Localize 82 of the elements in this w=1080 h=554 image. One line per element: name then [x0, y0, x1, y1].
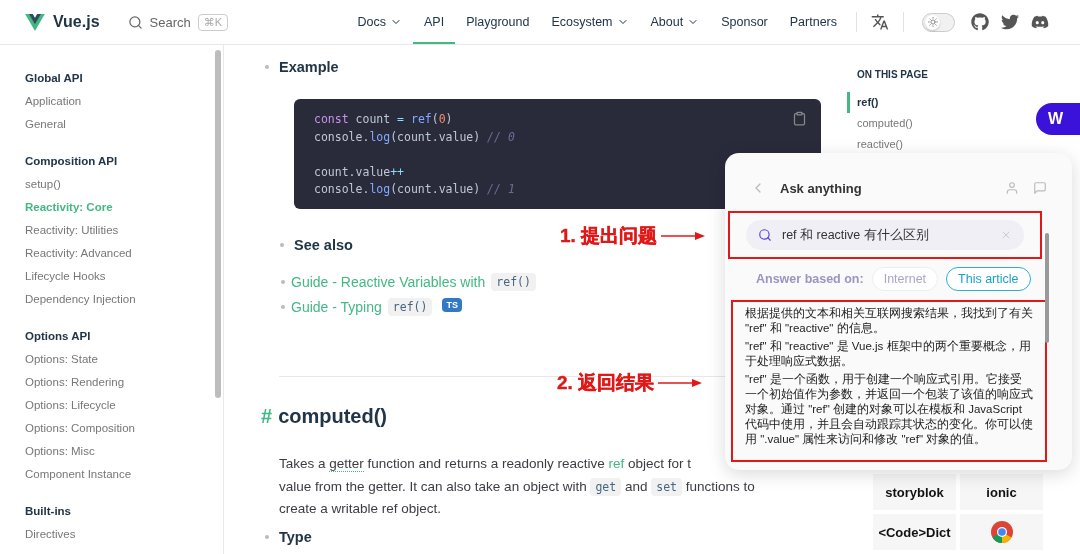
toc-link[interactable]: computed(): [847, 113, 913, 134]
sidebar-item[interactable]: Options: Rendering: [25, 371, 213, 394]
toc-title: ON THIS PAGE: [857, 69, 929, 80]
sidebar-item[interactable]: General: [25, 113, 213, 136]
sidebar-group-title: Composition API: [25, 154, 119, 169]
sidebar-group-title: Options API: [25, 329, 92, 344]
answer-paragraph: "ref" 是一个函数，用于创建一个响应式引用。它接受一个初始值作为参数，并返回一个包装了该值的响应式对象。通过 "ref" 创建的对象可以在模板和 JavaScript 代码中使用，并且会自动跟踪其状态的变化。你可以使用 ".value" 属性来访问和修改 "ref" 对象的值。: [745, 372, 1033, 447]
user-icon[interactable]: [1005, 181, 1019, 195]
arrow-icon: [658, 378, 703, 388]
search-icon: [758, 228, 772, 242]
inline-code: ref(): [491, 273, 536, 291]
sidebar-item[interactable]: Reactivity: Utilities: [25, 219, 213, 242]
annotation-label: 1. 提出问题: [560, 224, 658, 248]
sponsor-logo[interactable]: ionic: [960, 474, 1043, 510]
ts-badge: TS: [442, 298, 462, 312]
answer-paragraph: 根据提供的文本和相关互联网搜索结果，我找到了有关 "ref" 和 "reactive" 的信息。: [745, 306, 1033, 336]
source-label: Answer based on:: [756, 272, 864, 286]
guide-link[interactable]: Guide - Reactive Variables with: [291, 274, 486, 290]
sidebar-group-title: Built-ins: [25, 504, 72, 519]
arrow-icon: [661, 231, 706, 241]
source-option[interactable]: Internet: [871, 267, 939, 291]
sidebar-item[interactable]: Options: State: [25, 348, 213, 371]
bullet-dot: [281, 305, 285, 309]
nav-link[interactable]: Partners: [778, 0, 848, 44]
question-field[interactable]: ref 和 reactive 有什么区别: [746, 220, 1024, 250]
toc-link[interactable]: ref(): [847, 92, 879, 113]
discord-icon[interactable]: [1031, 13, 1049, 31]
theme-switch[interactable]: [922, 12, 955, 32]
bullet-dot: [265, 534, 269, 539]
site-logo-text[interactable]: Vue.js: [53, 13, 100, 31]
scrollbar-thumb[interactable]: [215, 50, 221, 398]
sidebar-item[interactable]: Component Instance: [25, 463, 213, 486]
description-paragraph: Takes a getter function and returns a readonly reactive ref object for t value from the getter. It can also take an object with get and set functions to create a writable ref object.: [279, 455, 756, 518]
guide-link[interactable]: Guide - Typing: [291, 299, 382, 315]
translate-icon[interactable]: [871, 13, 889, 31]
browser-logo-icon[interactable]: [960, 514, 1043, 550]
sidebar-group-title: Global API: [25, 71, 84, 86]
sidebar-item[interactable]: Directives: [25, 523, 213, 546]
nav-link[interactable]: Ecosystem: [540, 0, 640, 44]
sidebar-item[interactable]: Options: Lifecycle: [25, 394, 213, 417]
sidebar-item[interactable]: Reactivity: Core: [25, 196, 213, 219]
ref-link[interactable]: ref: [608, 456, 625, 471]
section-heading: computed(): [278, 405, 387, 428]
nav-link[interactable]: Docs: [346, 0, 413, 44]
bullet-dot: [281, 280, 285, 284]
sponsor-logo[interactable]: storyblok: [873, 474, 956, 510]
section-title: See also: [294, 237, 353, 253]
nav-link[interactable]: About: [639, 0, 711, 44]
sidebar-item[interactable]: Options: Misc: [25, 440, 213, 463]
nav-link[interactable]: Sponsor: [710, 0, 779, 44]
sidebar-item[interactable]: Lifecycle Hooks: [25, 265, 213, 288]
github-icon[interactable]: [971, 13, 989, 31]
twitter-icon[interactable]: [1001, 13, 1019, 31]
section-title: Example: [279, 59, 339, 75]
annotation-label: 2. 返回结果: [557, 371, 655, 395]
sun-icon: [927, 17, 938, 27]
panel-title: Ask anything: [780, 180, 862, 196]
answer-paragraph: "ref" 和 "reactive" 是 Vue.js 框架中的两个重要概念，用于处理响应式数据。: [745, 339, 1032, 369]
close-icon[interactable]: [1000, 229, 1012, 241]
sidebar-item[interactable]: Dependency Injection: [25, 288, 213, 311]
sidebar-item[interactable]: setup(): [25, 173, 213, 196]
shortcut-key: ⌘K: [197, 13, 229, 31]
section-title: Type: [279, 528, 312, 545]
clipboard-icon[interactable]: [792, 111, 807, 126]
assistant-launcher-button[interactable]: W: [1036, 103, 1080, 135]
inline-code: ref(): [387, 298, 433, 316]
vue-logo-icon: [25, 13, 45, 31]
nav-link[interactable]: Playground: [455, 0, 541, 44]
sidebar-item[interactable]: Options: Composition: [25, 417, 213, 440]
nav-link[interactable]: API: [412, 0, 456, 44]
heading-anchor[interactable]: #: [261, 405, 273, 428]
toc-link[interactable]: reactive(): [847, 134, 903, 155]
bullet-dot: [265, 65, 269, 69]
scrollbar-thumb[interactable]: [1045, 233, 1049, 343]
sidebar-item[interactable]: Application: [25, 90, 213, 113]
sponsor-logo[interactable]: <Code>Dict: [873, 514, 956, 550]
source-option[interactable]: This article: [946, 267, 1031, 291]
sidebar-item[interactable]: Reactivity: Advanced: [25, 242, 213, 265]
search-icon: [127, 14, 143, 30]
search-button[interactable]: Search ⌘K: [127, 13, 229, 31]
chat-icon[interactable]: [1033, 181, 1047, 195]
bullet-dot: [280, 243, 284, 247]
